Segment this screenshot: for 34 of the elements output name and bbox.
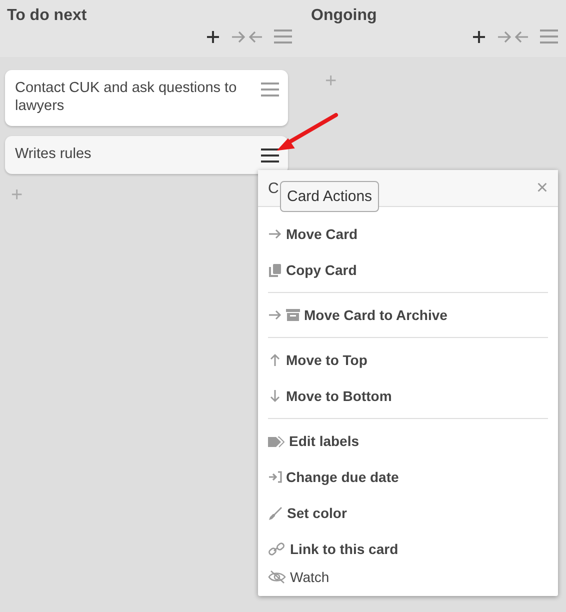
tags-icon [268,434,285,448]
card-title: Contact CUK and ask questions to lawyers [15,79,238,115]
arrow-right-icon [268,227,282,241]
menu-item[interactable]: Set color [268,495,548,531]
list-title: Ongoing [311,7,378,25]
arrow-right-icon [268,308,282,322]
archive-box-icon [286,308,300,322]
arrow-down-icon [268,389,282,403]
collapse-icon[interactable] [498,30,528,42]
menu-item[interactable]: Link to this card [268,531,548,567]
collapse-icon[interactable] [232,30,262,42]
card[interactable]: Writes rules [5,136,288,174]
menu-icon[interactable] [261,148,279,163]
menu-item[interactable]: Move to Top [268,342,548,378]
tooltip: Card Actions [280,181,380,212]
menu-item[interactable]: Move Card [268,216,548,252]
menu-item[interactable]: Change due date [268,459,548,495]
popup-title: C [268,180,279,196]
menu-item[interactable]: Copy Card [268,252,548,288]
menu-item[interactable]: Move Card to Archive [268,297,548,333]
menu-item[interactable]: Move to Bottom [268,378,548,414]
menu-item[interactable]: Edit labels [268,423,548,459]
menu-item[interactable]: Watch [268,567,548,587]
sign-in-icon [268,470,282,484]
card-title: Writes rules [15,145,92,163]
list-title: To do next [7,7,88,25]
card[interactable]: Contact CUK and ask questions to lawyers [5,70,288,126]
arrow-up-icon [268,353,282,367]
add-icon[interactable] [472,30,486,44]
eye-slash-icon [268,570,286,584]
add-icon[interactable] [206,30,220,44]
copy-icon [268,263,282,277]
brush-icon [268,506,283,520]
link-icon [268,542,286,556]
